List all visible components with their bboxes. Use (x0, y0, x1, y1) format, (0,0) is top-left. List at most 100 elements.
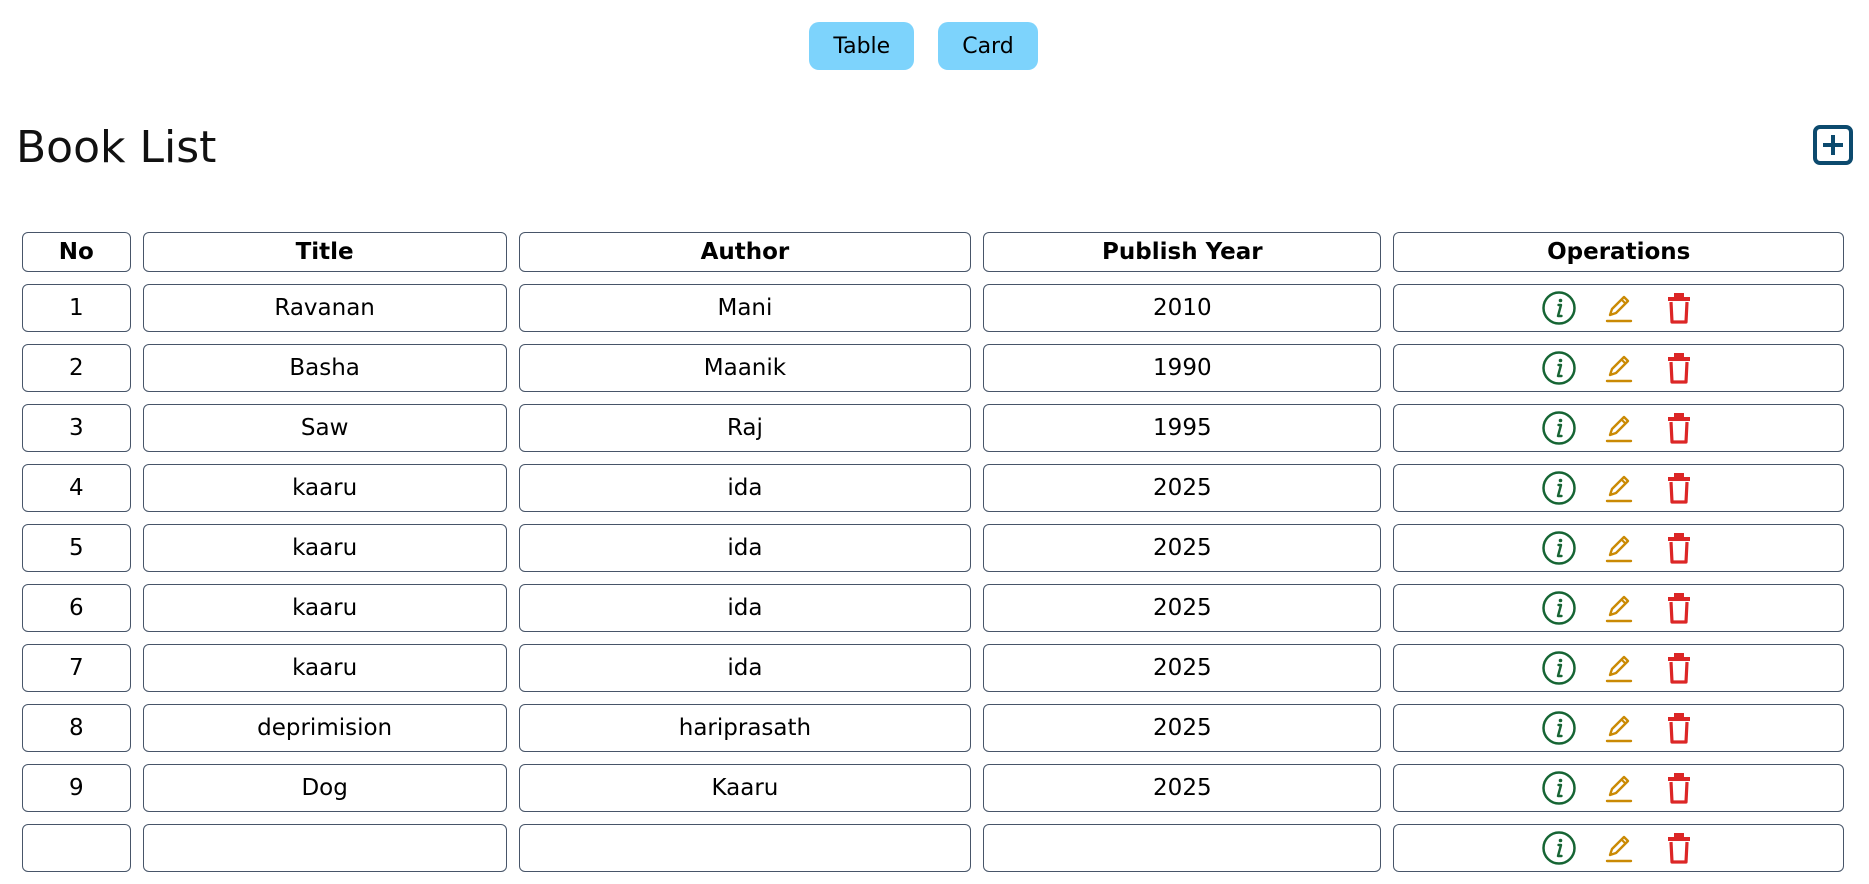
card-view-button[interactable]: Card (938, 22, 1038, 70)
page-title: Book List (16, 122, 217, 173)
operations-group (1394, 470, 1843, 506)
cell-no: 9 (22, 764, 131, 812)
edit-icon[interactable] (1601, 470, 1637, 506)
delete-icon[interactable] (1661, 650, 1697, 686)
header-operations: Operations (1393, 232, 1844, 272)
info-icon[interactable] (1541, 470, 1577, 506)
cell-title: deprimision (142, 704, 507, 752)
cell-no: 6 (22, 584, 131, 632)
cell-title: kaaru (142, 584, 507, 632)
header-author: Author (518, 232, 972, 272)
edit-icon[interactable] (1601, 530, 1637, 566)
cell-operations (1393, 404, 1844, 452)
table-row (22, 824, 1844, 872)
table-row: 3 Saw Raj 1995 (22, 404, 1844, 452)
cell-operations (1393, 524, 1844, 572)
cell-author: ida (518, 524, 972, 572)
edit-icon[interactable] (1601, 410, 1637, 446)
cell-publish-year: 2025 (983, 644, 1382, 692)
edit-icon[interactable] (1601, 590, 1637, 626)
delete-icon[interactable] (1661, 710, 1697, 746)
edit-icon[interactable] (1601, 830, 1637, 866)
cell-title: Basha (142, 344, 507, 392)
delete-icon[interactable] (1661, 770, 1697, 806)
delete-icon[interactable] (1661, 830, 1697, 866)
info-icon[interactable] (1541, 350, 1577, 386)
edit-icon[interactable] (1601, 770, 1637, 806)
delete-icon[interactable] (1661, 470, 1697, 506)
cell-no: 8 (22, 704, 131, 752)
cell-operations (1393, 704, 1844, 752)
delete-icon[interactable] (1661, 530, 1697, 566)
operations-group (1394, 830, 1843, 866)
cell-publish-year (983, 824, 1382, 872)
cell-title: Saw (142, 404, 507, 452)
table-row: 6 kaaru ida 2025 (22, 584, 1844, 632)
header-publish-year: Publish Year (983, 232, 1382, 272)
info-icon[interactable] (1541, 530, 1577, 566)
info-icon[interactable] (1541, 410, 1577, 446)
table-row: 9 Dog Kaaru 2025 (22, 764, 1844, 812)
plus-square-icon[interactable] (1812, 124, 1854, 166)
cell-author: Maanik (518, 344, 972, 392)
operations-group (1394, 770, 1843, 806)
table-row: 4 kaaru ida 2025 (22, 464, 1844, 512)
cell-no (22, 824, 131, 872)
cell-author: ida (518, 644, 972, 692)
operations-group (1394, 650, 1843, 686)
cell-publish-year: 1995 (983, 404, 1382, 452)
cell-publish-year: 2025 (983, 524, 1382, 572)
cell-title: Ravanan (142, 284, 507, 332)
cell-title: kaaru (142, 524, 507, 572)
table-row: 8 deprimision hariprasath 2025 (22, 704, 1844, 752)
info-icon[interactable] (1541, 650, 1577, 686)
info-icon[interactable] (1541, 710, 1577, 746)
delete-icon[interactable] (1661, 410, 1697, 446)
cell-title: kaaru (142, 464, 507, 512)
cell-author: hariprasath (518, 704, 972, 752)
info-icon[interactable] (1541, 770, 1577, 806)
cell-title: Dog (142, 764, 507, 812)
cell-author: Raj (518, 404, 972, 452)
cell-operations (1393, 644, 1844, 692)
cell-operations (1393, 284, 1844, 332)
cell-publish-year: 2025 (983, 704, 1382, 752)
cell-title: kaaru (142, 644, 507, 692)
table-row: 1 Ravanan Mani 2010 (22, 284, 1844, 332)
info-icon[interactable] (1541, 830, 1577, 866)
edit-icon[interactable] (1601, 350, 1637, 386)
delete-icon[interactable] (1661, 290, 1697, 326)
cell-publish-year: 2025 (983, 584, 1382, 632)
cell-title (142, 824, 507, 872)
delete-icon[interactable] (1661, 350, 1697, 386)
delete-icon[interactable] (1661, 590, 1697, 626)
cell-publish-year: 2010 (983, 284, 1382, 332)
operations-group (1394, 410, 1843, 446)
table-row: 2 Basha Maanik 1990 (22, 344, 1844, 392)
cell-no: 2 (22, 344, 131, 392)
cell-publish-year: 2025 (983, 464, 1382, 512)
operations-group (1394, 350, 1843, 386)
cell-operations (1393, 464, 1844, 512)
header-title: Title (142, 232, 507, 272)
edit-icon[interactable] (1601, 290, 1637, 326)
table-header-row: No Title Author Publish Year Operations (22, 232, 1844, 272)
cell-operations (1393, 344, 1844, 392)
operations-group (1394, 590, 1843, 626)
edit-icon[interactable] (1601, 650, 1637, 686)
cell-no: 4 (22, 464, 131, 512)
edit-icon[interactable] (1601, 710, 1637, 746)
operations-group (1394, 530, 1843, 566)
cell-publish-year: 1990 (983, 344, 1382, 392)
cell-author: Mani (518, 284, 972, 332)
book-table-container: No Title Author Publish Year Operations … (22, 232, 1844, 884)
page-header: Book List (16, 118, 1853, 178)
info-icon[interactable] (1541, 290, 1577, 326)
cell-author: Kaaru (518, 764, 972, 812)
table-row: 5 kaaru ida 2025 (22, 524, 1844, 572)
cell-no: 3 (22, 404, 131, 452)
cell-no: 7 (22, 644, 131, 692)
cell-author (518, 824, 972, 872)
table-view-button[interactable]: Table (809, 22, 915, 70)
info-icon[interactable] (1541, 590, 1577, 626)
